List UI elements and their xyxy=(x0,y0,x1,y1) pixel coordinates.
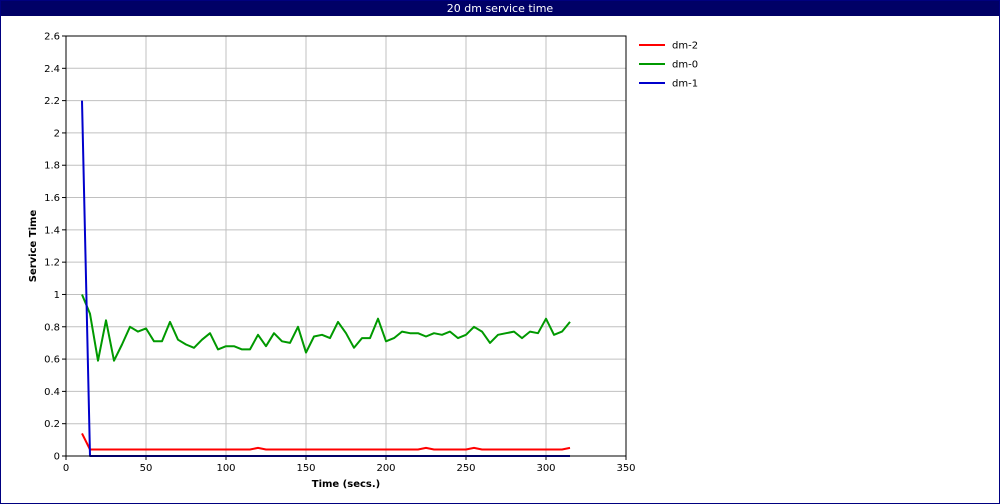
y-tick-label: 0.2 xyxy=(44,419,60,430)
series-line-dm-0 xyxy=(81,294,571,362)
x-tick-label: 50 xyxy=(140,463,153,474)
x-tick-label: 100 xyxy=(216,463,235,474)
series-line-dm-1 xyxy=(81,100,570,457)
x-tick-label: 0 xyxy=(63,463,69,474)
grid xyxy=(65,35,627,457)
y-tick-label: 1.2 xyxy=(44,258,60,269)
x-axis-label: Time (secs.) xyxy=(312,479,381,490)
y-tick-label: 2.2 xyxy=(44,96,60,107)
y-tick-label: 1.8 xyxy=(44,161,60,172)
chart-window: 20 dm service time 0 0.2 0.4 0.6 0.8 1 1.2 1.4 1… xyxy=(0,0,1000,504)
x-tick-label: 200 xyxy=(376,463,395,474)
x-tick-label: 250 xyxy=(456,463,475,474)
x-tick-label: 300 xyxy=(536,463,555,474)
series-lines xyxy=(81,100,571,457)
y-tick-label: 1 xyxy=(54,290,60,301)
legend-label-dm-1: dm-1 xyxy=(672,79,698,90)
legend: dm-2 dm-0 dm-1 xyxy=(639,41,698,90)
y-axis-label: Service Time xyxy=(28,210,39,283)
y-axis-ticks: 0 0.2 0.4 0.6 0.8 1 1.2 1.4 1.6 1.8 2 2.2 2.4 2.6 xyxy=(44,32,66,463)
y-tick-label: 0.8 xyxy=(44,322,60,333)
y-tick-label: 2.6 xyxy=(44,32,60,43)
legend-label-dm-2: dm-2 xyxy=(672,41,698,52)
x-tick-label: 350 xyxy=(616,463,635,474)
line-chart: 0 0.2 0.4 0.6 0.8 1 1.2 1.4 1.6 1.8 2 2.2 2.4 2.6 0 50… xyxy=(28,32,698,491)
x-tick-label: 150 xyxy=(296,463,315,474)
series-line-dm-2 xyxy=(81,432,571,451)
plot-frame xyxy=(65,35,627,457)
y-tick-label: 0.4 xyxy=(44,387,60,398)
y-tick-label: 0.6 xyxy=(44,355,60,366)
y-tick-label: 1.6 xyxy=(44,193,60,204)
y-tick-label: 2.4 xyxy=(44,64,60,75)
y-tick-label: 1.4 xyxy=(44,225,60,236)
x-axis-ticks: 0 50 100 150 200 250 300 350 xyxy=(63,456,636,474)
y-tick-label: 2 xyxy=(54,128,60,139)
legend-label-dm-0: dm-0 xyxy=(672,60,698,71)
y-tick-label: 0 xyxy=(54,452,60,463)
